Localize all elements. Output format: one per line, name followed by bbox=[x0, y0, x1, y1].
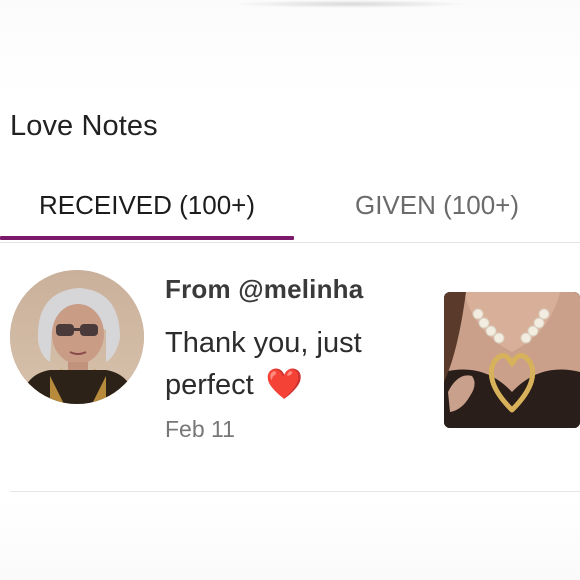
note-message: Thank you, just perfect ❤️ bbox=[165, 322, 415, 406]
tab-bar: RECEIVED (100+) GIVEN (100+) bbox=[0, 170, 580, 243]
heart-emoji: ❤️ bbox=[265, 368, 304, 401]
note-sender[interactable]: From @melinha bbox=[165, 274, 363, 305]
user-avatar[interactable] bbox=[10, 270, 144, 404]
top-area bbox=[0, 0, 580, 96]
product-thumbnail[interactable] bbox=[444, 292, 580, 428]
note-date: Feb 11 bbox=[165, 416, 235, 442]
bottom-area bbox=[0, 500, 580, 580]
active-tab-indicator bbox=[0, 236, 294, 240]
tab-given[interactable]: GIVEN (100+) bbox=[294, 170, 580, 240]
top-smudge bbox=[230, 0, 470, 8]
note-message-text: Thank you, just perfect bbox=[165, 327, 362, 401]
tab-received[interactable]: RECEIVED (100+) bbox=[0, 170, 294, 240]
note-divider bbox=[10, 491, 580, 492]
page-title: Love Notes bbox=[10, 110, 158, 142]
